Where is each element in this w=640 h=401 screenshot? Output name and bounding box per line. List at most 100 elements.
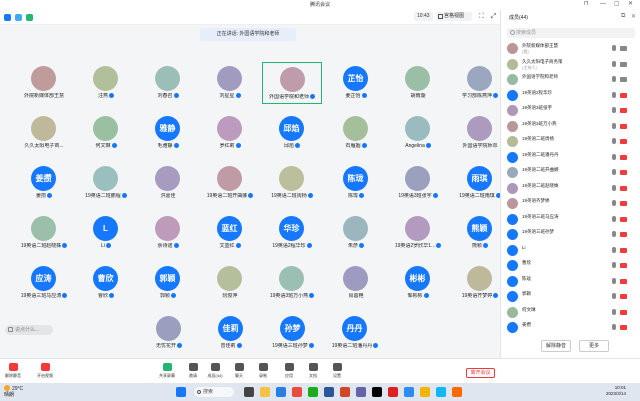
participant-tile[interactable]: 陈珑 陈珑	[326, 162, 386, 204]
participant-tile[interactable]: 蓝红 文蓝红	[200, 212, 260, 254]
member-row[interactable]: 19英语2程华珍	[505, 88, 639, 103]
participant-tile[interactable]: 刘星星	[200, 62, 260, 104]
participant-tile[interactable]: 石雁姻	[326, 112, 386, 154]
member-row[interactable]: 外国语学院和老师	[505, 72, 639, 87]
toolbar-button-mic[interactable]: 解除静音	[2, 363, 24, 383]
participant-tile[interactable]: 邱焰 邱焰	[262, 112, 322, 154]
participant-tile[interactable]: 余诗诺	[138, 212, 198, 254]
participant-tile[interactable]: 芷怡 姜芷怡	[326, 62, 386, 104]
leave-meeting-button[interactable]: 离开会议	[466, 368, 495, 378]
word-icon[interactable]	[324, 387, 334, 397]
participant-tile[interactable]: 19英语二班周杨	[262, 162, 322, 204]
chat-input[interactable]: 说点什么...	[5, 325, 53, 335]
task-view-icon[interactable]	[244, 387, 254, 397]
member-row[interactable]: 郭颖	[505, 289, 639, 304]
participant-tile[interactable]: 华珍 19英语2程华珍	[262, 212, 322, 254]
member-row[interactable]: 19英语齐梦婷	[505, 196, 639, 211]
member-row[interactable]: 19英语三班马应涛	[505, 212, 639, 227]
participant-tile[interactable]: 阮俊萍	[200, 262, 260, 304]
app-orange-icon[interactable]	[452, 387, 462, 397]
member-row[interactable]: 19英语三班孙梦	[505, 227, 639, 242]
participant-tile[interactable]: 佳莉 曾佳莉	[201, 312, 261, 354]
participant-tile[interactable]: 19英语二班开曲娜	[200, 162, 260, 204]
app-icon[interactable]	[356, 387, 366, 397]
member-row[interactable]: 陈珑	[505, 274, 639, 289]
more-button[interactable]: 更多	[579, 340, 609, 352]
participant-tile[interactable]: 彬彬 邹彬彬	[388, 262, 448, 304]
weather-widget[interactable]: 29°C 晴朗	[4, 385, 23, 398]
tencent-meeting-icon[interactable]	[404, 387, 414, 397]
toolbar-button-record[interactable]: 录制	[252, 363, 274, 383]
participant-tile[interactable]: 刘春召	[138, 62, 198, 104]
participant-tile[interactable]: 外国语学院和老师	[262, 62, 322, 104]
taskbar-search[interactable]: 搜索	[194, 387, 234, 397]
participant-tile[interactable]: 郭颖 郭颖	[138, 262, 198, 304]
system-clock[interactable]: 10:01 2023/3/14	[606, 385, 626, 397]
member-row[interactable]: 19英语二班开曲娜	[505, 165, 639, 180]
member-row[interactable]: 曹欣	[505, 258, 639, 273]
toolbar-button-members[interactable]: 成员(44)	[204, 363, 226, 383]
toolbar-button-doc[interactable]: 文档	[302, 363, 324, 383]
participant-tile[interactable]: 19英语二班鹏程	[76, 162, 136, 204]
toolbar-button-invite[interactable]: 邀请	[182, 363, 204, 383]
participant-tile[interactable]: 应涛 19英语三班马应涛	[14, 262, 74, 304]
fullscreen-icon[interactable]: ⛶	[477, 12, 486, 21]
member-row[interactable]: 何文琳	[505, 305, 639, 320]
popout-icon[interactable]: ⧉	[621, 13, 625, 20]
participant-tile[interactable]: 姜攒 姜攒	[14, 162, 74, 204]
participant-tile[interactable]: 外院新媒体部王慧	[14, 62, 74, 104]
store-icon[interactable]	[292, 387, 302, 397]
participant-tile[interactable]: Angelina	[388, 112, 448, 154]
powerpoint-icon[interactable]	[340, 387, 350, 397]
toolbar-button-apps[interactable]: 应用	[278, 363, 300, 383]
participant-tile[interactable]: 无忧花开	[139, 312, 199, 354]
member-row[interactable]: 姜攒	[505, 320, 639, 335]
participant-tile[interactable]: 19英语2罗欣华1...	[388, 212, 448, 254]
info-icon[interactable]	[4, 14, 11, 21]
member-row[interactable]: 19英语3班万小燕	[505, 119, 639, 134]
participant-tile[interactable]: 雅静 毛雅静	[138, 112, 198, 154]
member-row[interactable]: 19英语二班赵晓姝	[505, 181, 639, 196]
minimize-icon[interactable]: —	[600, 1, 606, 8]
member-row[interactable]: 久久太阳电子商务策 (主持人)	[505, 57, 639, 72]
unmute-all-button[interactable]: 解除静音	[541, 340, 571, 352]
view-layout-button[interactable]: 宫格视图	[436, 12, 472, 21]
pin-icon[interactable]: ⊓	[584, 1, 589, 8]
close-icon[interactable]: ✕	[628, 1, 633, 8]
app-red-icon[interactable]	[388, 387, 398, 397]
member-row[interactable]: 外院新媒体部王慧 (我)	[505, 41, 639, 56]
expand-icon[interactable]: ⤢	[489, 12, 498, 21]
tiktok-icon[interactable]	[372, 387, 382, 397]
participant-tile[interactable]: 朱彦	[326, 212, 386, 254]
participant-tile[interactable]: 19英语3班万小燕	[262, 262, 322, 304]
chrome-icon[interactable]	[420, 387, 430, 397]
toolbar-button-settings[interactable]: 设置	[326, 363, 348, 383]
member-search-input[interactable]: 搜索成员	[507, 28, 635, 38]
member-row[interactable]: 19英语二班潘丹丹	[505, 150, 639, 165]
member-row[interactable]: 19英语二班周杨	[505, 134, 639, 149]
participant-tile[interactable]: 19英语二班赵晓姝	[14, 212, 74, 254]
participant-tile[interactable]: 曹欣 曹欣	[76, 262, 136, 304]
member-row[interactable]: 19英语3班张宇	[505, 103, 639, 118]
member-row[interactable]: Li	[505, 243, 639, 258]
maximize-icon[interactable]: ▢	[614, 1, 620, 8]
participant-tile[interactable]: 肖蓉艳	[326, 262, 386, 304]
toolbar-button-chat[interactable]: 聊天	[228, 363, 250, 383]
participant-tile[interactable]: 孙梦 19英语三班孙梦	[263, 312, 323, 354]
participant-tile[interactable]: 久久太阳电子商...	[14, 112, 74, 154]
participant-tile[interactable]: 胡雨璇	[388, 62, 448, 104]
qq-icon[interactable]	[436, 387, 446, 397]
participant-tile[interactable]: 汪燕	[76, 62, 136, 104]
wechat-icon[interactable]	[308, 387, 318, 397]
toolbar-button-camera[interactable]: 开启视频	[34, 363, 56, 383]
close-panel-icon[interactable]: ✕	[631, 13, 636, 20]
participant-tile[interactable]: 丹丹 19英语二班潘丹丹	[325, 312, 385, 354]
security-shield-icon[interactable]	[15, 14, 22, 21]
file-explorer-icon[interactable]	[260, 387, 270, 397]
start-icon[interactable]	[176, 387, 186, 397]
network-signal-icon[interactable]	[26, 14, 33, 21]
participant-tile[interactable]: L Li	[76, 212, 136, 254]
participant-tile[interactable]: 何文琳	[76, 112, 136, 154]
participant-tile[interactable]: 洪嘉佳	[138, 162, 198, 204]
edge-icon[interactable]	[276, 387, 286, 397]
